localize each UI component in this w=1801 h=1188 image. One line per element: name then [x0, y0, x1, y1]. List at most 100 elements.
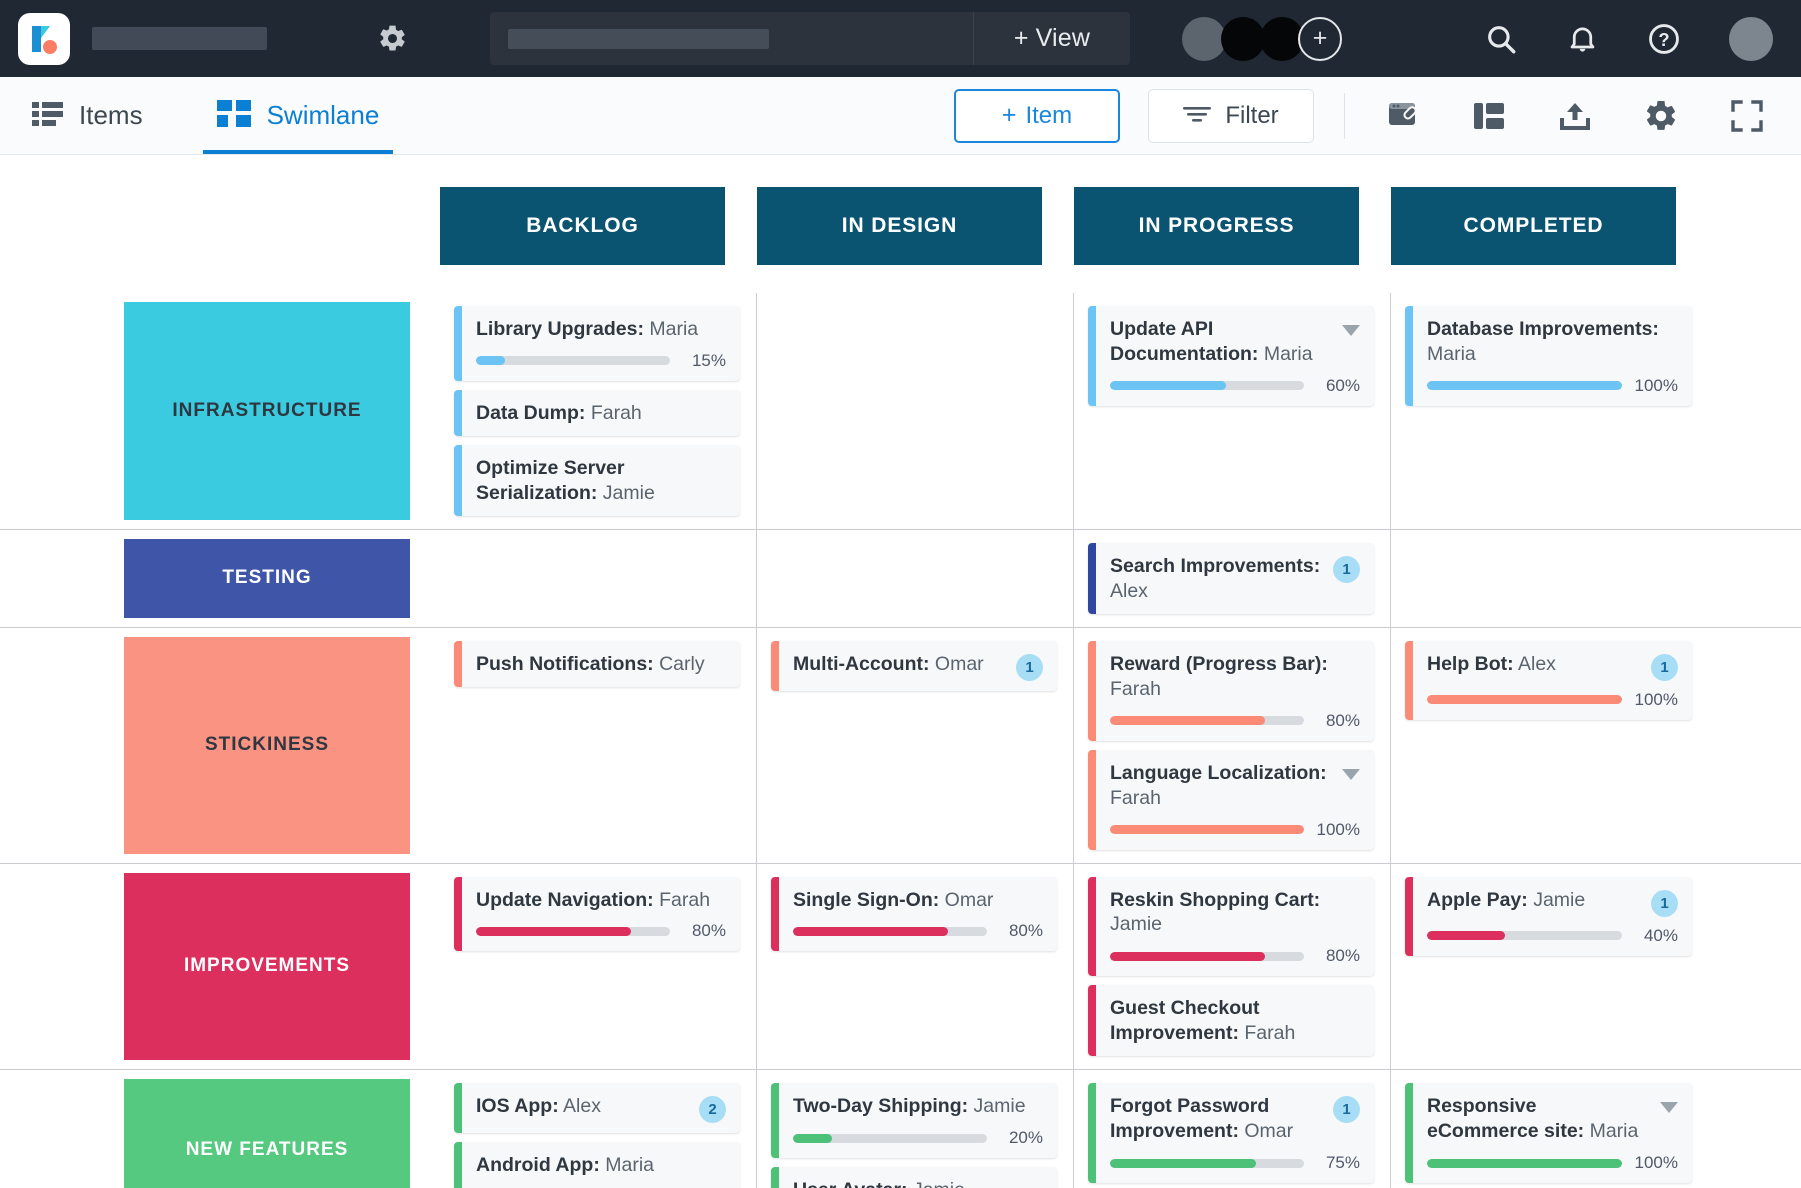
board-card[interactable]: Help Bot: Alex1100% — [1405, 641, 1692, 720]
board-card[interactable]: IOS App: Alex2 — [454, 1083, 740, 1133]
progress-fill — [1110, 381, 1226, 390]
card-progress: 80% — [1110, 946, 1360, 966]
board-cell[interactable]: IOS App: Alex2 Android App: Maria100% — [440, 1070, 757, 1188]
roadmap-settings-button[interactable] — [377, 23, 408, 54]
card-count-badge[interactable]: 1 — [1651, 654, 1678, 681]
board-cell[interactable] — [1391, 530, 1708, 627]
board-cell[interactable]: Reward (Progress Bar): Farah80%Language … — [1074, 628, 1391, 863]
column-header-in-design[interactable]: IN DESIGN — [757, 187, 1042, 265]
tab-swimlane[interactable]: Swimlane — [211, 77, 386, 154]
swimlane-label[interactable]: NEW FEATURES — [124, 1079, 410, 1188]
board-cell[interactable]: Database Improvements: Maria100% — [1391, 293, 1708, 529]
board-card[interactable]: Push Notifications: Carly — [454, 641, 740, 687]
board-card[interactable]: Android App: Maria100% — [454, 1142, 740, 1188]
board-card[interactable]: Database Improvements: Maria100% — [1405, 306, 1692, 406]
board-settings-button[interactable] — [1633, 88, 1689, 144]
search-button[interactable] — [1484, 22, 1518, 56]
board-cell[interactable]: Responsive eCommerce site: Maria100% — [1391, 1070, 1708, 1188]
board-cell[interactable]: Library Upgrades: Maria15% Data Dump: Far… — [440, 293, 757, 529]
board-cell[interactable]: Multi-Account: Omar1 — [757, 628, 1074, 863]
board-card[interactable]: Responsive eCommerce site: Maria100% — [1405, 1083, 1692, 1183]
plus-icon: + — [1002, 101, 1017, 130]
chevron-down-icon[interactable] — [1660, 1102, 1678, 1113]
add-collaborator-button[interactable]: + — [1298, 17, 1342, 61]
board-cell[interactable]: Reskin Shopping Cart: Jamie80% Guest Chec… — [1074, 864, 1391, 1070]
board-cell[interactable]: Push Notifications: Carly — [440, 628, 757, 863]
board-cell[interactable]: Forgot Password Improvement: Omar175% — [1074, 1070, 1391, 1188]
card-count-badge[interactable]: 1 — [1333, 1096, 1360, 1123]
column-header-backlog[interactable]: BACKLOG — [440, 187, 725, 265]
export-button[interactable] — [1547, 88, 1603, 144]
card-header: Guest Checkout Improvement: Farah — [1110, 996, 1360, 1046]
board-card[interactable]: Apple Pay: Jamie140% — [1405, 877, 1692, 956]
card-header: Database Improvements: Maria — [1427, 317, 1678, 367]
search-input[interactable] — [490, 12, 973, 65]
board-cell[interactable]: Help Bot: Alex1100% — [1391, 628, 1708, 863]
board-card[interactable]: Search Improvements: Alex 1 — [1088, 543, 1374, 614]
board-cell[interactable]: Update API Documentation: Maria60% — [1074, 293, 1391, 529]
board-card[interactable]: Optimize Server Serialization: Jamie — [454, 445, 740, 516]
board-cell[interactable]: Single Sign-On: Omar80% — [757, 864, 1074, 1070]
gear-icon — [377, 23, 408, 54]
filter-button[interactable]: Filter — [1148, 89, 1314, 143]
card-header: Apple Pay: Jamie1 — [1427, 888, 1678, 917]
board-card[interactable]: Library Upgrades: Maria15% — [454, 306, 740, 381]
search-input-placeholder — [508, 29, 769, 49]
chevron-down-icon[interactable] — [1342, 769, 1360, 780]
board-card[interactable]: Guest Checkout Improvement: Farah — [1088, 985, 1374, 1056]
board-cell[interactable]: Update Navigation: Farah80% — [440, 864, 757, 1070]
board-card[interactable]: Update Navigation: Farah80% — [454, 877, 740, 952]
board-card[interactable]: Reskin Shopping Cart: Jamie80% — [1088, 877, 1374, 977]
swimlane-label[interactable]: INFRASTRUCTURE — [124, 302, 410, 520]
user-avatar[interactable] — [1729, 17, 1773, 61]
roadmap-title-placeholder[interactable] — [92, 27, 267, 50]
help-button[interactable]: ? — [1647, 22, 1681, 56]
swimlane-cells: Search Improvements: Alex 1 — [440, 530, 1801, 627]
board-card[interactable]: Data Dump: Farah — [454, 390, 740, 436]
progress-percent: 100% — [1632, 690, 1678, 710]
chevron-down-icon[interactable] — [1342, 325, 1360, 336]
board-cell[interactable] — [440, 530, 757, 627]
board-cell[interactable] — [757, 293, 1074, 529]
board-card[interactable]: Update API Documentation: Maria60% — [1088, 306, 1374, 406]
layout-panel-button[interactable] — [1461, 88, 1517, 144]
board-card[interactable]: User Avatar: Jamie — [771, 1167, 1057, 1188]
fullscreen-button[interactable] — [1719, 88, 1775, 144]
card-count-badge[interactable]: 1 — [1651, 890, 1678, 917]
card-accent-bar — [1088, 641, 1096, 741]
swimlane-label[interactable]: IMPROVEMENTS — [124, 873, 410, 1061]
progress-fill — [1427, 1159, 1622, 1168]
card-header: Single Sign-On: Omar — [793, 888, 1043, 913]
card-count-badge[interactable]: 1 — [1333, 556, 1360, 583]
column-header-in-progress[interactable]: IN PROGRESS — [1074, 187, 1359, 265]
board-card[interactable]: Two-Day Shipping: Jamie20% — [771, 1083, 1057, 1158]
card-header: Multi-Account: Omar1 — [793, 652, 1043, 681]
board-card[interactable]: Single Sign-On: Omar80% — [771, 877, 1057, 952]
board-card[interactable]: Reward (Progress Bar): Farah80% — [1088, 641, 1374, 741]
card-count-badge[interactable]: 2 — [699, 1096, 726, 1123]
notifications-button[interactable] — [1566, 22, 1599, 55]
app-logo[interactable] — [18, 13, 70, 65]
tab-items[interactable]: Items — [26, 77, 149, 154]
card-count-badge[interactable]: 1 — [1016, 654, 1043, 681]
board-card[interactable]: Multi-Account: Omar1 — [771, 641, 1057, 691]
column-header-completed[interactable]: COMPLETED — [1391, 187, 1676, 265]
board-cell[interactable] — [757, 530, 1074, 627]
add-item-button[interactable]: + Item — [954, 89, 1120, 143]
progress-fill — [476, 356, 505, 365]
avatar[interactable] — [1182, 17, 1226, 61]
swimlane-label[interactable]: STICKINESS — [124, 637, 410, 854]
card-title: Search Improvements: Alex — [1110, 554, 1325, 604]
board-cell[interactable]: Two-Day Shipping: Jamie20% User Avatar: J… — [757, 1070, 1074, 1188]
card-header: Optimize Server Serialization: Jamie — [476, 456, 726, 506]
board-cell[interactable]: Apple Pay: Jamie140% — [1391, 864, 1708, 1070]
board-card[interactable]: Language Localization: Farah100% — [1088, 750, 1374, 850]
publish-link-button[interactable] — [1375, 88, 1431, 144]
board-card[interactable]: Forgot Password Improvement: Omar175% — [1088, 1083, 1374, 1183]
add-view-button[interactable]: + View — [973, 12, 1130, 65]
card-title: Reward (Progress Bar): Farah — [1110, 652, 1360, 702]
search-view-group: + View — [490, 12, 1130, 65]
swimlane-label[interactable]: TESTING — [124, 539, 410, 618]
board-cell[interactable]: Search Improvements: Alex 1 — [1074, 530, 1391, 627]
avatar[interactable] — [1221, 17, 1265, 61]
